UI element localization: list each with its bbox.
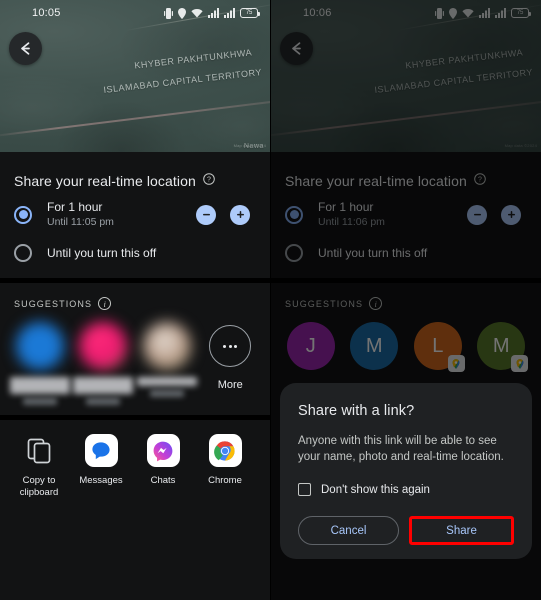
app-label: Chats — [150, 475, 176, 486]
suggestion-name-redacted — [73, 377, 134, 394]
plus-icon — [236, 211, 244, 218]
suggestion-sub-redacted — [22, 398, 57, 405]
arrow-left-icon — [21, 42, 30, 55]
app-chrome[interactable]: Chrome — [194, 434, 256, 499]
more-label: More — [217, 379, 243, 391]
option-label: Until you turn this off — [47, 246, 157, 260]
decrease-duration-button[interactable] — [196, 204, 216, 225]
suggestion-sub-redacted — [86, 398, 121, 405]
dialog-title: Share with a link? — [298, 403, 415, 419]
radio-unselected-icon[interactable] — [14, 244, 32, 262]
svg-text:?: ? — [207, 177, 211, 184]
app-label: Copy to clipboard — [19, 475, 59, 498]
copy-icon — [23, 434, 56, 467]
chrome-icon — [208, 434, 242, 467]
duration-option-one-hour[interactable]: For 1 hour Until 11:05 pm — [0, 190, 270, 234]
signal-icon-secondary — [224, 8, 235, 18]
checkbox-label: Don't show this again — [321, 483, 430, 496]
radio-selected-icon[interactable] — [14, 205, 32, 224]
page-title: Share your real-time location — [14, 173, 196, 189]
dialog-body: Anyone with this link will be able to se… — [298, 435, 504, 463]
app-label: Sav — [258, 475, 270, 487]
checkbox-unchecked-icon[interactable] — [298, 483, 311, 496]
messages-icon — [84, 434, 118, 467]
app-save[interactable]: Sav — [256, 434, 270, 499]
suggestion-item[interactable] — [135, 322, 199, 405]
avatar — [142, 322, 191, 370]
signal-icon — [208, 8, 219, 18]
phone-screen-left: KHYBER PAKHTUNKHWA ISLAMABAD CAPITAL TER… — [0, 0, 270, 600]
messenger-icon — [146, 434, 180, 467]
share-sheet-left: Share your real-time location ? For 1 ho… — [0, 152, 270, 600]
apps-section: Copy to clipboard Messages Chats Chrome — [0, 420, 270, 511]
app-label: Chrome — [208, 475, 242, 486]
suggestion-sub-redacted — [149, 390, 184, 397]
minus-icon — [202, 213, 210, 216]
suggestions-header: SUGGESTIONS i — [0, 283, 270, 310]
suggestion-item[interactable] — [72, 322, 136, 405]
dont-show-again-row[interactable]: Don't show this again — [298, 483, 514, 496]
battery-level: 75 — [245, 10, 253, 16]
suggestion-name-redacted — [136, 377, 197, 386]
app-copy-to-clipboard[interactable]: Copy to clipboard — [8, 434, 70, 499]
screenshot-root: KHYBER PAKHTUNKHWA ISLAMABAD CAPITAL TER… — [0, 0, 541, 600]
status-icons: 75 — [164, 7, 260, 19]
avatar — [15, 322, 64, 370]
option-texts: Until you turn this off — [47, 245, 256, 261]
suggestion-item[interactable] — [8, 322, 72, 405]
suggestions-label: SUGGESTIONS — [14, 298, 93, 309]
help-icon[interactable]: ? — [203, 172, 215, 190]
dialog-actions: Cancel Share — [298, 516, 514, 545]
info-icon[interactable]: i — [98, 297, 112, 310]
share-button[interactable]: Share — [409, 516, 514, 545]
cancel-button[interactable]: Cancel — [298, 516, 399, 545]
map-attribution: Map data ©2024 — [233, 143, 266, 148]
wifi-icon — [191, 8, 203, 18]
duration-steppers — [196, 204, 250, 225]
share-link-dialog: Share with a link? Anyone with this link… — [280, 383, 532, 559]
suggestion-name-redacted — [9, 377, 70, 394]
status-clock: 10:05 — [32, 7, 61, 19]
suggestions-list: More — [0, 310, 270, 415]
increase-duration-button[interactable] — [230, 204, 250, 225]
app-messages[interactable]: Messages — [70, 434, 132, 499]
app-chats[interactable]: Chats — [132, 434, 194, 499]
suggestion-more[interactable]: More — [199, 322, 263, 405]
option-texts: For 1 hour Until 11:05 pm — [47, 199, 196, 230]
avatar — [79, 322, 128, 370]
phone-screen-right: KHYBER PAKHTUNKHWA ISLAMABAD CAPITAL TER… — [270, 0, 541, 600]
app-label: Messages — [79, 475, 123, 486]
battery-icon: 75 — [240, 8, 260, 18]
more-icon[interactable] — [209, 325, 252, 367]
sheet-header: Share your real-time location ? — [0, 152, 270, 190]
apps-list: Copy to clipboard Messages Chats Chrome — [0, 420, 270, 511]
status-bar-left: 10:05 75 — [0, 0, 270, 26]
duration-option-until-off[interactable]: Until you turn this off — [0, 234, 270, 278]
option-label: For 1 hour — [47, 200, 103, 214]
location-icon — [178, 7, 186, 19]
back-button[interactable] — [9, 32, 42, 65]
suggestions-section: SUGGESTIONS i More — [0, 283, 270, 415]
share-duration-section: Share your real-time location ? For 1 ho… — [0, 152, 270, 278]
option-sublabel: Until 11:05 pm — [47, 216, 114, 228]
vibrate-icon — [164, 7, 173, 19]
